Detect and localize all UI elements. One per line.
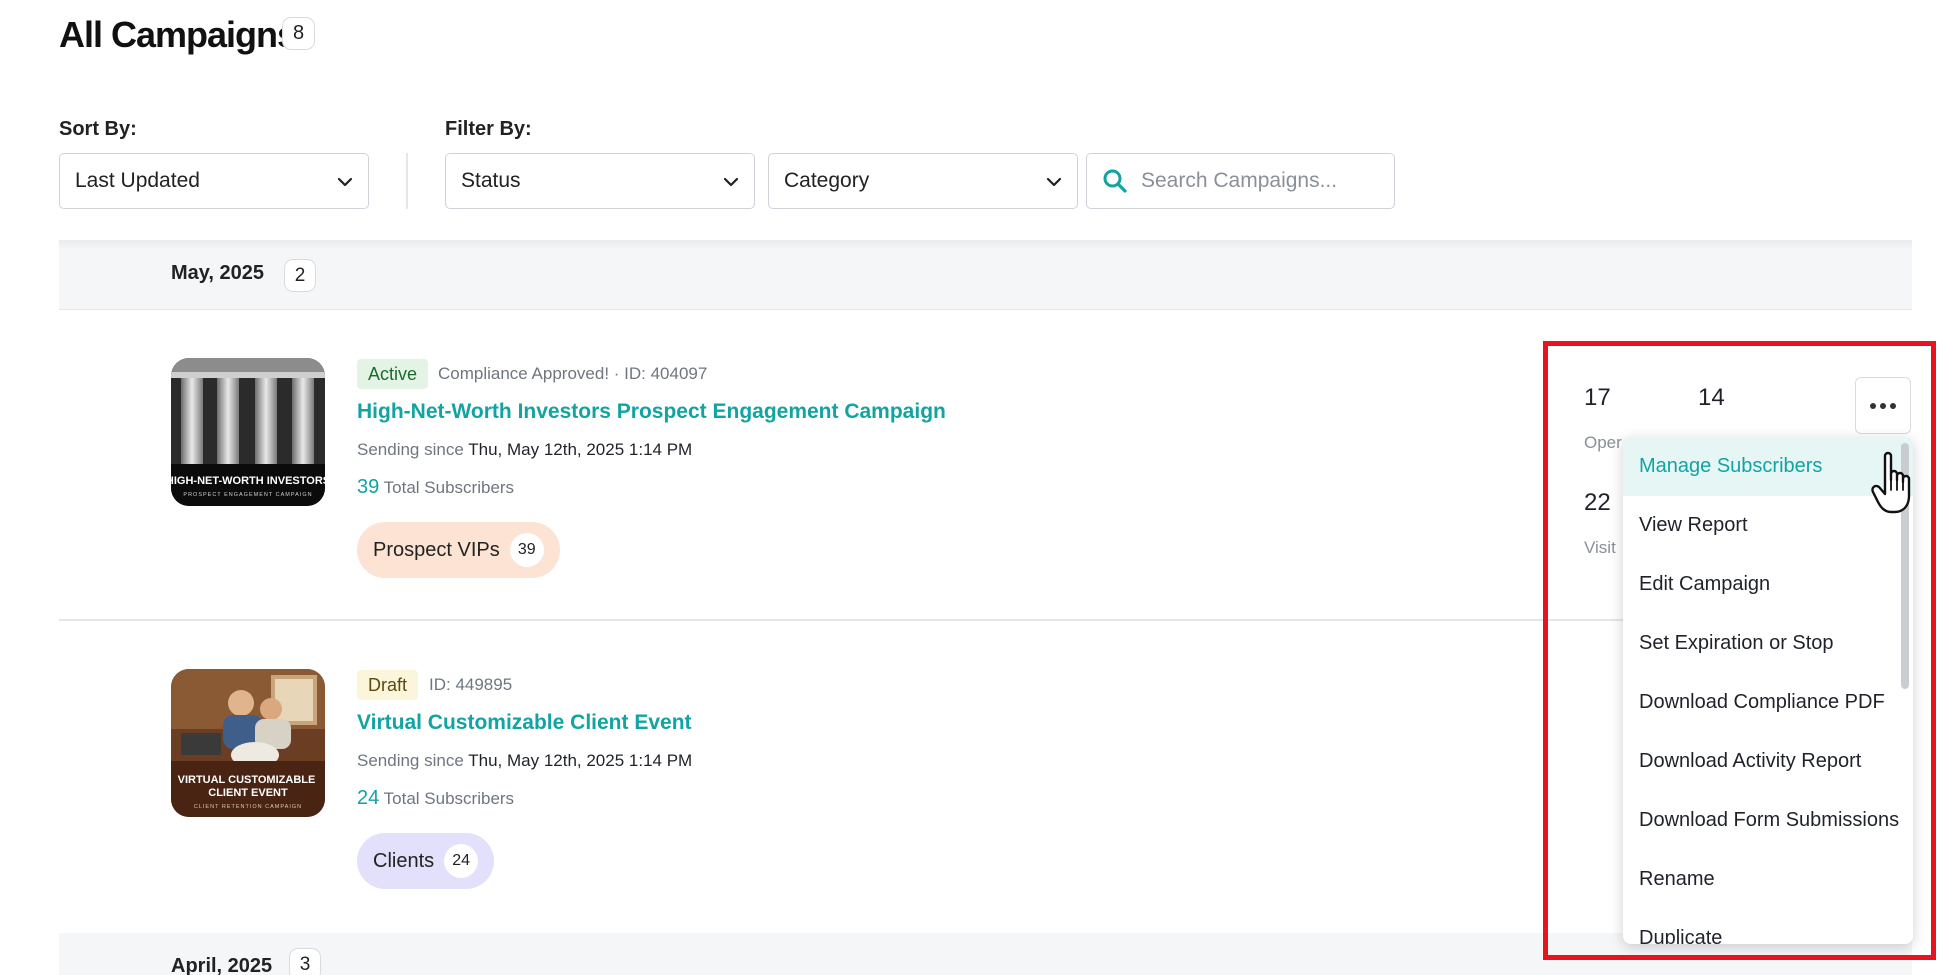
group-label: May, 2025 (171, 262, 265, 284)
client-event-thumbnail-art: VIRTUAL CUSTOMIZABLE CLIENT EVENT CLIENT… (171, 669, 325, 817)
campaign-title-link[interactable]: Virtual Customizable Client Event (357, 711, 692, 735)
menu-item-download-form-submissions[interactable]: Download Form Submissions (1623, 791, 1913, 850)
group-count-badge: 3 (289, 948, 321, 975)
thumb-title: HIGH-NET-WORTH INVESTORS (171, 475, 325, 487)
chevron-down-icon (1046, 177, 1062, 187)
more-actions-button[interactable] (1855, 377, 1911, 434)
menu-item-duplicate[interactable]: Duplicate (1623, 909, 1913, 944)
tag-label: Prospect VIPs (373, 538, 500, 561)
list-tag-clients[interactable]: Clients 24 (357, 833, 495, 889)
menu-item-set-expiration[interactable]: Set Expiration or Stop (1623, 614, 1913, 673)
menu-item-download-compliance-pdf[interactable]: Download Compliance PDF (1623, 673, 1913, 732)
controls-divider (406, 153, 408, 209)
search-box[interactable] (1086, 153, 1395, 209)
menu-item-view-report[interactable]: View Report (1623, 496, 1913, 555)
status-badge: Draft (357, 670, 419, 700)
campaign-meta: Compliance Approved! · ID: 404097 (438, 364, 708, 383)
stat-clicks-value: 14 (1698, 384, 1725, 411)
sending-since: Sending since Thu, May 12th, 2025 1:14 P… (357, 751, 692, 771)
stat-opens-value: 17 (1584, 384, 1611, 411)
stat-visits-value: 22 (1584, 489, 1611, 516)
search-input[interactable] (1141, 169, 1381, 193)
menu-item-manage-subscribers[interactable]: Manage Subscribers (1623, 437, 1913, 496)
total-subscribers: 24 Total Subscribers (357, 787, 514, 810)
menu-item-download-activity-report[interactable]: Download Activity Report (1623, 732, 1913, 791)
campaign-count-badge: 8 (282, 17, 315, 50)
sticky-header-shadow (59, 240, 1912, 250)
campaign-thumbnail[interactable]: VIRTUAL CUSTOMIZABLE CLIENT EVENT CLIENT… (171, 669, 325, 817)
chevron-down-icon (723, 177, 739, 187)
tag-label: Clients (373, 849, 435, 872)
page-title: All Campaigns (59, 14, 297, 55)
tag-count: 24 (444, 844, 479, 878)
menu-item-rename[interactable]: Rename (1623, 850, 1913, 909)
thumb-subtitle: CLIENT RETENTION CAMPAIGN (194, 804, 302, 810)
stat-visits-label: Visit (1584, 538, 1616, 557)
stat-opens-label: Oper (1584, 433, 1622, 452)
ellipsis-icon (1870, 402, 1896, 409)
sort-select[interactable]: Last Updated (59, 153, 369, 209)
hnw-investors-thumbnail-art: HIGH-NET-WORTH INVESTORS PROSPECT ENGAGE… (171, 358, 325, 506)
menu-scrollbar[interactable] (1901, 443, 1909, 689)
subscriber-label: Total Subscribers (383, 478, 515, 497)
category-select[interactable]: Category (768, 153, 1078, 209)
filter-label: Filter By: (445, 118, 532, 140)
sort-select-value: Last Updated (75, 169, 200, 192)
sending-since: Sending since Thu, May 12th, 2025 1:14 P… (357, 440, 692, 460)
category-select-value: Category (784, 169, 870, 192)
subscriber-count: 39 (357, 476, 380, 498)
subscriber-label: Total Subscribers (383, 789, 515, 808)
thumb-subtitle: PROSPECT ENGAGEMENT CAMPAIGN (183, 492, 312, 498)
group-count-badge: 2 (284, 259, 316, 292)
campaign-title-link[interactable]: High-Net-Worth Investors Prospect Engage… (357, 400, 946, 424)
campaign-actions-menu: Manage Subscribers View Report Edit Camp… (1623, 437, 1913, 944)
status-badge: Active (357, 359, 429, 389)
subscriber-count: 24 (357, 787, 380, 809)
menu-item-edit-campaign[interactable]: Edit Campaign (1623, 555, 1913, 614)
campaign-meta: ID: 449895 (429, 675, 513, 694)
status-select[interactable]: Status (445, 153, 755, 209)
list-tag-prospect-vips[interactable]: Prospect VIPs 39 (357, 522, 560, 578)
group-header-may-2025: May, 2025 2 (59, 240, 1912, 310)
status-select-value: Status (461, 169, 521, 192)
tag-count: 39 (509, 533, 544, 567)
sending-since-value: Thu, May 12th, 2025 1:14 PM (468, 440, 693, 459)
sort-label: Sort By: (59, 118, 137, 140)
total-subscribers: 39 Total Subscribers (357, 476, 514, 499)
sending-since-label: Sending since (357, 440, 464, 459)
campaign-thumbnail[interactable]: HIGH-NET-WORTH INVESTORS PROSPECT ENGAGE… (171, 358, 325, 506)
chevron-down-icon (337, 177, 353, 187)
search-icon (1103, 169, 1127, 193)
sending-since-label: Sending since (357, 751, 464, 770)
group-label: April, 2025 (171, 955, 273, 975)
sending-since-value: Thu, May 12th, 2025 1:14 PM (468, 751, 693, 770)
